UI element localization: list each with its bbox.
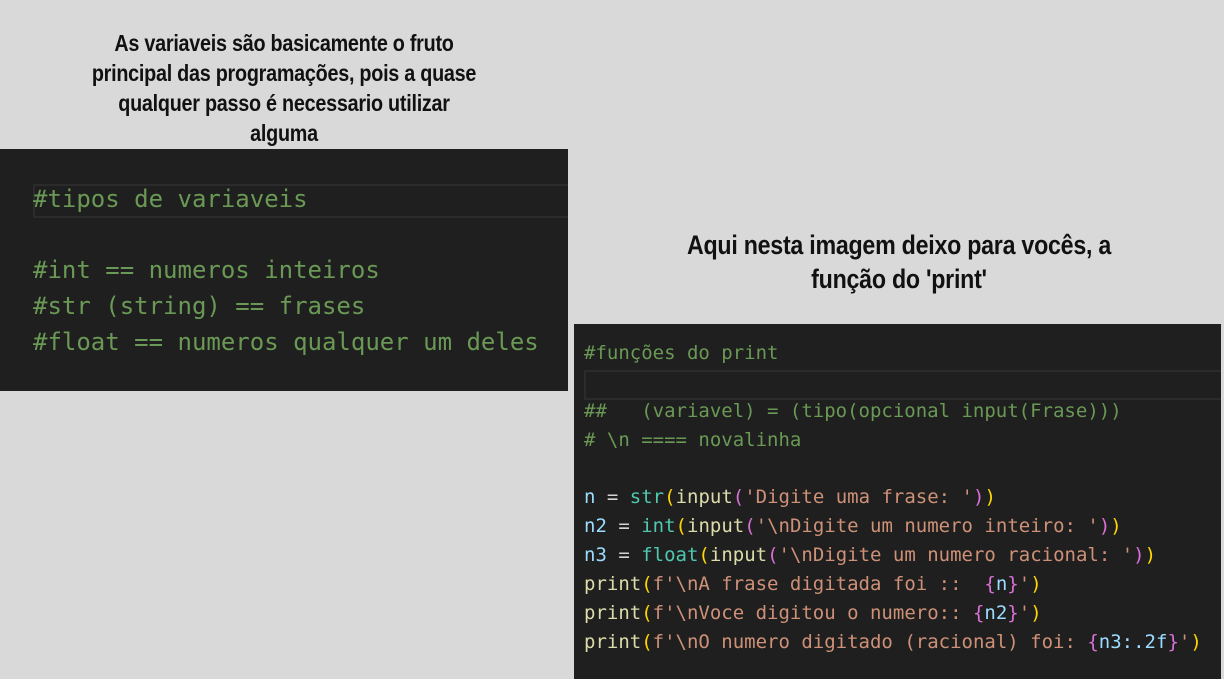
bracket: { — [1087, 631, 1099, 653]
string-literal: f'\nA frase digitada foi :: — [652, 573, 985, 595]
print-functions-code-panel: #funções do print ## (variavel) = (tipo(… — [574, 324, 1221, 679]
bracket: { — [984, 573, 996, 595]
code-print-line: print(f'\nA frase digitada foi :: {n}') — [584, 573, 1042, 603]
code-comment-line: #str (string) == frases — [33, 292, 366, 320]
builtin-type: float — [641, 544, 699, 566]
variable-types-code-panel: #tipos de variaveis #int == numeros inte… — [0, 149, 568, 391]
code-print-line: print(f'\nVoce digitou o numero:: {n2}') — [584, 602, 1042, 632]
variable-name: n2 — [984, 602, 1008, 624]
code-assignment-line: n3 = float(input('\nDigite um numero rac… — [584, 544, 1156, 574]
string-literal: '\nDigite um numero racional: ' — [778, 544, 1134, 566]
bracket: ( — [675, 515, 687, 537]
code-comment-line: #float == numeros qualquer um deles — [33, 328, 539, 356]
bracket: ( — [767, 544, 779, 566]
bracket: ) — [1190, 631, 1202, 653]
string-literal: 'Digite uma frase: ' — [744, 486, 973, 508]
variable-name: n2 — [584, 515, 607, 537]
string-literal: ' — [1018, 602, 1031, 624]
function-name: input — [687, 515, 745, 537]
left-caption: As variaveis são basicamente o fruto pri… — [91, 30, 477, 146]
function-name: print — [584, 602, 642, 624]
bracket: ) — [984, 486, 996, 508]
current-line-highlight — [584, 370, 1221, 400]
code-assignment-line: n = str(input('Digite uma frase: ')) — [584, 486, 996, 516]
bracket: { — [972, 602, 985, 624]
code-comment-line: # \n ==== novalinha — [584, 429, 802, 451]
code-comment-line: #int == numeros inteiros — [33, 256, 380, 284]
bracket: ( — [698, 544, 710, 566]
function-name: input — [709, 544, 768, 566]
bracket: ) — [973, 486, 985, 508]
variable-name: n3 — [584, 544, 607, 566]
bracket: ) — [1110, 515, 1122, 537]
bracket: } — [1007, 573, 1019, 595]
string-literal: ' — [1018, 573, 1031, 595]
bracket: ( — [641, 602, 653, 624]
function-name: print — [584, 573, 642, 595]
bracket: ) — [1144, 544, 1157, 566]
function-name: input — [675, 486, 733, 508]
operator: = — [606, 515, 642, 537]
operator: = — [606, 544, 642, 566]
right-caption-line-2: função do 'print' — [811, 264, 987, 294]
bracket: ) — [1133, 544, 1145, 566]
bracket: } — [1167, 631, 1179, 653]
operator: = — [595, 486, 630, 508]
right-caption: Aqui nesta imagem deixo para vocês, a fu… — [676, 228, 1121, 296]
string-literal: f'\nVoce digitou o numero:: — [652, 602, 973, 624]
right-caption-line-1: Aqui nesta imagem deixo para vocês, a — [686, 230, 1112, 260]
string-literal: ' — [1178, 631, 1191, 653]
bracket: ( — [641, 573, 653, 595]
bracket: ) — [1030, 573, 1042, 595]
string-literal: '\nDigite um numero inteiro: ' — [755, 515, 1099, 537]
code-comment-line: ## (variavel) = (tipo(opcional input(Fra… — [584, 400, 1122, 422]
bracket: ( — [744, 515, 756, 537]
variable-name: n3:.2f — [1098, 631, 1168, 653]
code-print-line: print(f'\nO numero digitado (racional) f… — [584, 631, 1202, 661]
bracket: ( — [641, 631, 653, 653]
builtin-type: str — [629, 486, 665, 508]
bracket: ) — [1030, 602, 1042, 624]
bracket: ) — [1098, 515, 1111, 537]
bracket: ( — [732, 486, 745, 508]
bracket: } — [1007, 602, 1019, 624]
code-comment-line: #funções do print — [584, 342, 779, 364]
code-comment-line: #tipos de variaveis — [33, 185, 308, 213]
variable-name: n — [995, 573, 1008, 595]
function-name: print — [584, 631, 642, 653]
variable-name: n — [584, 486, 596, 508]
code-assignment-line: n2 = int(input('\nDigite um numero intei… — [584, 515, 1122, 545]
builtin-type: int — [641, 515, 676, 537]
bracket: ( — [664, 486, 676, 508]
string-literal: f'\nO numero digitado (racional) foi: — [652, 631, 1088, 653]
